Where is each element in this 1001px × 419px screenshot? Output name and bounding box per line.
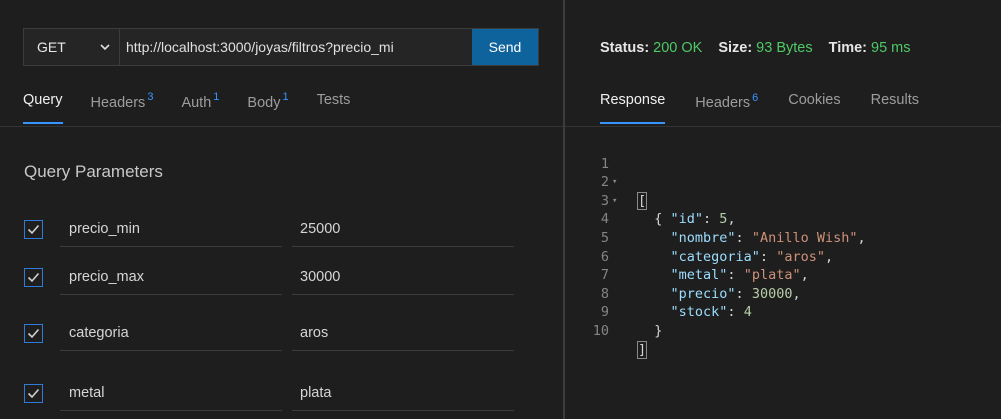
response-pane: Status: 200 OK Size: 93 Bytes Time: 95 m…	[565, 0, 1001, 419]
tab-response-headers[interactable]: Headers 6	[695, 92, 758, 128]
tab-label: Body	[247, 94, 281, 111]
code-line: 7 "precio": 30000,	[565, 248, 1001, 302]
send-button[interactable]: Send	[472, 29, 538, 65]
param-key-input[interactable]: precio_min	[69, 221, 140, 237]
value-underline	[292, 294, 514, 295]
tab-body[interactable]: Body 1	[247, 91, 289, 128]
param-value-input[interactable]: plata	[300, 385, 331, 401]
param-value-input[interactable]: 25000	[300, 221, 340, 237]
tab-label: Auth	[181, 94, 212, 111]
value-underline	[292, 350, 514, 351]
status-label: Status:	[600, 40, 650, 56]
tab-results[interactable]: Results	[871, 92, 919, 128]
query-param-row: categoria aros	[24, 314, 514, 354]
tab-count-badge: 6	[752, 92, 759, 104]
code-line: 1 ▾ [	[565, 136, 1001, 210]
tab-count-badge: 3	[147, 91, 154, 103]
code-line: 5 "categoria": "aros",	[565, 210, 1001, 265]
checkmark-icon	[27, 388, 40, 399]
tab-label: Results	[870, 92, 919, 108]
url-bar: GET http://localhost:3000/joyas/filtros?…	[23, 28, 539, 66]
key-underline	[60, 294, 282, 295]
code-line: 2 ▾ {	[565, 155, 1001, 227]
param-checkbox[interactable]	[24, 268, 43, 287]
query-param-row: precio_min 25000	[24, 210, 514, 250]
checkmark-icon	[27, 272, 40, 283]
tab-label: Headers	[90, 94, 146, 111]
param-value-input[interactable]: aros	[300, 325, 328, 341]
param-value-input[interactable]: 30000	[300, 269, 340, 285]
tab-label: Headers	[695, 94, 751, 111]
time-value: 95 ms	[871, 40, 911, 56]
query-parameters-title: Query Parameters	[24, 162, 163, 181]
code-line: 9 }	[565, 285, 1001, 339]
key-underline	[60, 246, 282, 247]
value-underline	[292, 410, 514, 411]
tab-auth[interactable]: Auth 1	[181, 91, 220, 128]
tab-label: Response	[600, 92, 666, 108]
checkmark-icon	[27, 224, 40, 235]
param-key-input[interactable]: categoria	[69, 325, 129, 341]
key-underline	[60, 410, 282, 411]
tab-response[interactable]: Response	[600, 92, 666, 128]
query-param-row: precio_max 30000	[24, 258, 514, 298]
status-value: 200 OK	[653, 40, 703, 56]
param-checkbox[interactable]	[24, 324, 43, 343]
code-line: 3 "id": 5,	[565, 173, 1001, 228]
json-bracket: ]	[636, 340, 648, 359]
url-input[interactable]: http://localhost:3000/joyas/filtros?prec…	[120, 29, 472, 65]
tab-tests[interactable]: Tests	[317, 92, 351, 128]
tab-label: Cookies	[788, 92, 841, 108]
method-select[interactable]: GET	[24, 29, 120, 65]
request-pane: GET http://localhost:3000/joyas/filtros?…	[0, 0, 563, 419]
method-label: GET	[37, 39, 66, 55]
code-line: 10 ]	[565, 303, 1001, 359]
value-underline	[292, 246, 514, 247]
request-tabs: Query Headers 3 Auth 1 Body 1 Tests	[23, 91, 378, 128]
tabs-divider	[0, 126, 563, 127]
param-checkbox[interactable]	[24, 384, 43, 403]
key-underline	[60, 350, 282, 351]
chevron-down-icon	[100, 44, 110, 51]
tab-count-badge: 1	[213, 91, 220, 103]
tab-label: Tests	[316, 92, 351, 108]
tab-headers[interactable]: Headers 3	[90, 91, 154, 128]
size-label: Size:	[718, 40, 753, 56]
tab-count-badge: 1	[282, 91, 289, 103]
param-key-input[interactable]: metal	[69, 385, 104, 401]
code-line: 4 "nombre": "Anillo Wish",	[565, 192, 1001, 246]
param-checkbox[interactable]	[24, 220, 43, 239]
time-label: Time:	[828, 40, 868, 56]
tab-label: Query	[23, 92, 63, 108]
size-value: 93 Bytes	[756, 40, 813, 56]
tab-cookies[interactable]: Cookies	[788, 92, 840, 128]
code-line: 6 "metal": "plata",	[565, 229, 1001, 284]
response-tabs: Response Headers 6 Cookies Results	[600, 92, 949, 128]
checkmark-icon	[27, 328, 40, 339]
line-number: 10	[592, 322, 609, 339]
code-line: 8 "stock": 4	[565, 266, 1001, 321]
json-brace: }	[654, 322, 663, 339]
query-param-row: metal plata	[24, 374, 514, 414]
response-body-editor[interactable]: 1 ▾ [ 2 ▾ { 3 "id": 5, 4 "nombre": "Anil…	[565, 136, 1001, 359]
response-status-bar: Status: 200 OK Size: 93 Bytes Time: 95 m…	[600, 40, 927, 56]
param-key-input[interactable]: precio_max	[69, 269, 144, 285]
tabs-divider	[565, 126, 1001, 127]
tab-query[interactable]: Query	[23, 92, 63, 128]
